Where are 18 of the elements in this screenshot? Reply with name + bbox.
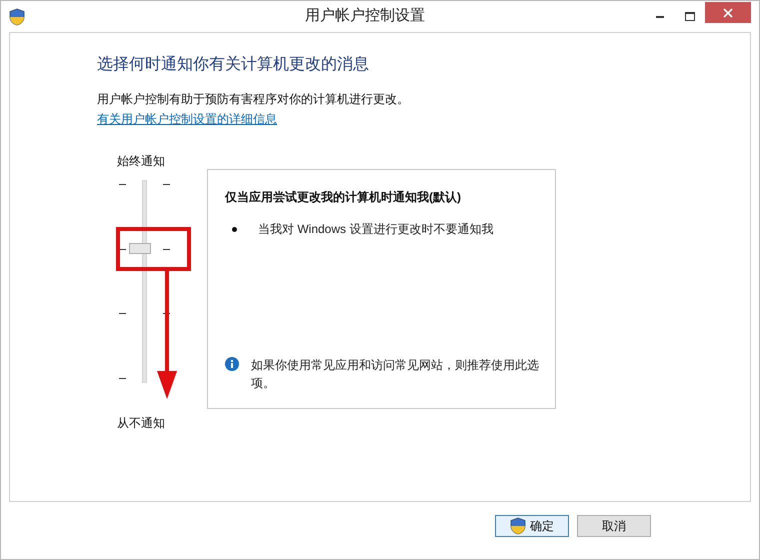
close-button[interactable] [705, 2, 751, 23]
recommendation-note: 如果你使用常见应用和访问常见网站，则推荐使用此选项。 [251, 357, 540, 392]
shield-icon [9, 8, 25, 26]
slider-bottom-label: 从不通知 [117, 415, 166, 431]
info-icon [225, 357, 239, 371]
details-link[interactable]: 有关用户帐户控制设置的详细信息 [97, 112, 277, 126]
close-icon [723, 8, 733, 18]
slider-thumb[interactable] [129, 243, 151, 254]
bullet-icon [232, 226, 237, 232]
description-title: 仅当应用尝试更改我的计算机时通知我(默认) [225, 189, 462, 206]
window-title: 用户帐户控制设置 [304, 6, 426, 26]
shield-icon [510, 517, 526, 535]
intro-text: 用户帐户控制有助于预防有害程序对你的计算机进行更改。 [97, 91, 410, 107]
bullet-text: 当我对 Windows 设置进行更改时不要通知我 [258, 221, 494, 238]
ok-button[interactable]: 确定 [495, 515, 569, 537]
cancel-button[interactable]: 取消 [577, 515, 651, 537]
slider-top-label: 始终通知 [117, 153, 166, 169]
heading: 选择何时通知你有关计算机更改的消息 [97, 54, 370, 75]
